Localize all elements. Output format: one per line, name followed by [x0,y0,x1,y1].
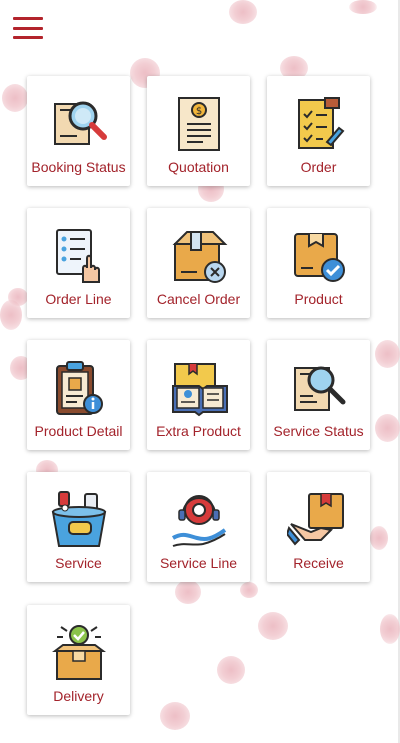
box-check-icon [287,224,351,288]
cleaning-bucket-icon [47,488,111,552]
tile-product[interactable]: Product [267,208,370,318]
tile-label: Quotation [168,159,229,175]
tile-label: Order Line [45,291,112,307]
tile-label: Receive [293,555,344,571]
tile-label: Product Detail [34,423,123,439]
tile-service-line[interactable]: Service Line [147,472,250,582]
tile-product-detail[interactable]: Product Detail [27,340,130,450]
menu-button[interactable] [13,17,43,39]
svg-text:$: $ [195,106,201,117]
tile-service[interactable]: Service [27,472,130,582]
tile-label: Service [55,555,102,571]
tile-label: Service Line [159,555,238,571]
box-cancel-icon [167,224,231,288]
tile-cancel-order[interactable]: Cancel Order [147,208,250,318]
order-checklist-icon [287,92,351,156]
tile-extra-product[interactable]: Extra Product [147,340,250,450]
tile-quotation[interactable]: $ Quotation [147,76,250,186]
support-gear-icon [167,488,231,552]
open-box-check-icon [47,621,111,685]
magnifier-document-icon [47,92,111,156]
tile-label: Delivery [53,688,104,704]
tile-service-status[interactable]: Service Status [267,340,370,450]
tile-order[interactable]: Order [267,76,370,186]
tile-booking-status[interactable]: Booking Status [27,76,130,186]
tile-label: Extra Product [156,423,241,439]
tile-label: Order [300,159,337,175]
magnifier-report-icon [287,356,351,420]
hamburger-menu-icon [13,17,43,20]
clipboard-info-icon [47,356,111,420]
tile-label: Product [294,291,343,307]
tile-order-line[interactable]: Order Line [27,208,130,318]
tile-label: Booking Status [31,159,126,175]
tile-label: Cancel Order [156,291,241,307]
hand-box-icon [286,488,351,552]
tile-label: Service Status [273,423,364,439]
tile-delivery[interactable]: Delivery [27,605,130,715]
book-info-icon [167,356,231,420]
tile-receive[interactable]: Receive [267,472,370,582]
list-touch-icon [47,224,111,288]
invoice-dollar-icon: $ [167,92,231,156]
